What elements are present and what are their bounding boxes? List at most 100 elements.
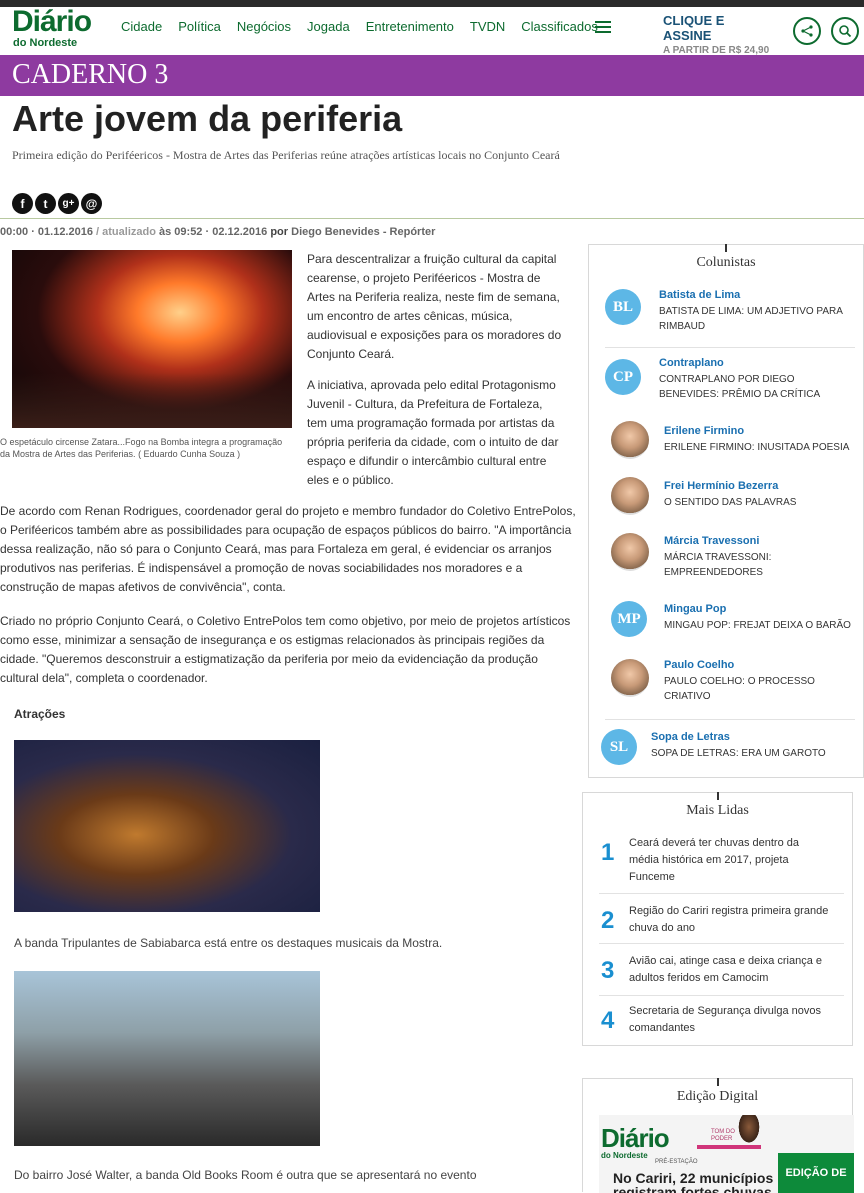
share-bar: f t g+ @ xyxy=(12,193,102,214)
site-logo[interactable]: Diário do Nordeste xyxy=(12,5,108,49)
nav-item-cidade[interactable]: Cidade xyxy=(121,19,162,34)
edition-logo: Diário xyxy=(601,1123,670,1153)
subscribe-title: CLIQUE E ASSINE xyxy=(663,13,725,43)
photo-caption: A banda Tripulantes de Sabiabarca está e… xyxy=(14,936,443,950)
nav-item-jogada[interactable]: Jogada xyxy=(307,19,350,34)
divider xyxy=(0,218,864,219)
columnist-name[interactable]: Frei Hermínio Bezerra xyxy=(664,480,778,492)
updated-date: às 09:52 · 02.12.2016 xyxy=(159,226,268,238)
avatar xyxy=(611,659,649,697)
edition-pre-label: PRÉ-ESTAÇÃO xyxy=(655,1159,698,1165)
digital-edition-banner[interactable]: Diário do Nordeste TOM DO PODER PRÉ-ESTA… xyxy=(599,1115,854,1193)
most-read-box: Mais Lidas 1 Ceará deverá ter chuvas den… xyxy=(582,792,853,1046)
digital-edition-box: Edição Digital Diário do Nordeste TOM DO… xyxy=(582,1078,854,1193)
columnist-name[interactable]: Sopa de Letras xyxy=(651,731,730,743)
box-tick xyxy=(725,244,727,252)
separator xyxy=(599,893,844,894)
columnist-item[interactable]: CP Contraplano CONTRAPLANO POR DIEGO BEN… xyxy=(589,353,863,413)
edition-photo xyxy=(737,1115,761,1145)
hamburger-icon[interactable] xyxy=(595,21,611,35)
edition-headline: No Cariri, 22 municípios registram forte… xyxy=(613,1171,773,1193)
columnist-item[interactable]: Paulo Coelho PAULO COELHO: O PROCESSO CR… xyxy=(589,651,863,720)
updated-label: atualizado xyxy=(102,226,156,238)
edition-logo-sub: do Nordeste xyxy=(601,1151,648,1160)
author-name[interactable]: Diego Benevides - Repórter xyxy=(291,226,435,238)
columnist-item[interactable]: MP Mingau Pop MINGAU POP: FREJAT DEIXA O… xyxy=(589,595,863,651)
main-nav: Cidade Política Negócios Jogada Entreten… xyxy=(121,19,614,34)
nav-item-entretenimento[interactable]: Entretenimento xyxy=(366,19,454,34)
meta-separator: / xyxy=(92,226,103,238)
columnist-name[interactable]: Mingau Pop xyxy=(664,603,726,615)
most-read-link[interactable]: Secretaria de Segurança divulga novos co… xyxy=(629,1003,829,1037)
email-icon[interactable]: @ xyxy=(81,193,102,214)
columnist-desc: ERILENE FIRMINO: INUSITADA POESIA xyxy=(664,442,850,453)
box-tick xyxy=(716,1078,719,1086)
facebook-icon[interactable]: f xyxy=(12,193,33,214)
edition-button[interactable]: EDIÇÃO DE xyxy=(778,1153,854,1193)
most-read-title: Mais Lidas xyxy=(686,803,749,818)
most-read-item[interactable]: 2 Região do Cariri registra primeira gra… xyxy=(583,903,852,949)
rank-number: 1 xyxy=(601,839,615,866)
columnist-name[interactable]: Márcia Travessoni xyxy=(664,535,759,547)
columnist-desc: O SENTIDO DAS PALAVRAS xyxy=(664,497,797,508)
avatar: CP xyxy=(605,359,641,395)
separator xyxy=(599,995,844,996)
subscribe-link[interactable]: CLIQUE E ASSINE A PARTIR DE R$ 24,90 xyxy=(663,13,773,56)
columnist-name[interactable]: Erilene Firmino xyxy=(664,425,744,437)
nav-item-tvdn[interactable]: TVDN xyxy=(470,19,505,34)
rank-number: 4 xyxy=(601,1007,615,1034)
columnist-item[interactable]: Frei Hermínio Bezerra O SENTIDO DAS PALA… xyxy=(589,467,863,523)
columnist-item[interactable]: BL Batista de Lima BATISTA DE LIMA: UM A… xyxy=(589,283,863,348)
search-icon[interactable] xyxy=(831,17,859,45)
columnist-desc: CONTRAPLANO POR DIEGO BENEVIDES: PRÊMIO … xyxy=(659,374,821,400)
avatar: MP xyxy=(611,601,647,637)
published-date: 00:00 · 01.12.2016 xyxy=(0,226,93,238)
site-header: Diário do Nordeste Cidade Política Negóc… xyxy=(0,5,864,56)
columnist-item[interactable]: SL Sopa de Letras SOPA DE LETRAS: ERA UM… xyxy=(589,723,863,779)
photo-caption: O espetáculo circense Zatara...Fogo na B… xyxy=(0,437,283,459)
article-paragraph: De acordo com Renan Rodrigues, coordenad… xyxy=(0,504,576,594)
most-read-link[interactable]: Avião cai, atinge casa e deixa criança e… xyxy=(629,953,829,987)
columnist-desc: MINGAU POP: FREJAT DEIXA O BARÃO xyxy=(664,620,851,631)
nav-item-classificados[interactable]: Classificados xyxy=(521,19,598,34)
section-banner: CADERNO 3 xyxy=(0,55,864,96)
separator xyxy=(599,943,844,944)
edition-headline-line1: No Cariri, 22 municípios xyxy=(613,1170,774,1186)
separator xyxy=(605,719,855,720)
rank-number: 3 xyxy=(601,957,615,984)
article-meta: 00:00 · 01.12.2016 / atualizado às 09:52… xyxy=(0,226,435,238)
edition-accent-bar xyxy=(697,1145,761,1149)
twitter-icon[interactable]: t xyxy=(35,193,56,214)
columnist-name[interactable]: Batista de Lima xyxy=(659,289,740,301)
most-read-link[interactable]: Região do Cariri registra primeira grand… xyxy=(629,903,829,937)
columnist-name[interactable]: Contraplano xyxy=(659,357,724,369)
rank-number: 2 xyxy=(601,907,615,934)
by-label: por xyxy=(270,226,289,238)
most-read-item[interactable]: 3 Avião cai, atinge casa e deixa criança… xyxy=(583,953,852,999)
avatar: BL xyxy=(605,289,641,325)
avatar xyxy=(611,421,649,459)
top-dark-strip xyxy=(0,0,864,7)
logo-main: Diário xyxy=(12,5,92,38)
digital-edition-title: Edição Digital xyxy=(676,1089,759,1104)
columnist-item[interactable]: Márcia Travessoni MÁRCIA TRAVESSONI: EMP… xyxy=(589,523,863,583)
nav-item-negocios[interactable]: Negócios xyxy=(237,19,291,34)
nav-item-politica[interactable]: Política xyxy=(178,19,221,34)
edition-top-label: TOM DO PODER xyxy=(711,1129,735,1142)
most-read-item[interactable]: 4 Secretaria de Segurança divulga novos … xyxy=(583,1003,852,1043)
article-photo-circus[interactable] xyxy=(12,250,292,428)
article-paragraph: Criado no próprio Conjunto Ceará, o Cole… xyxy=(0,614,571,685)
most-read-link[interactable]: Ceará deverá ter chuvas dentro da média … xyxy=(629,835,829,886)
separator xyxy=(605,347,855,348)
columnist-desc: SOPA DE LETRAS: ERA UM GAROTO xyxy=(651,748,826,759)
article-photo-band1[interactable] xyxy=(14,740,320,912)
columnist-item[interactable]: Erilene Firmino ERILENE FIRMINO: INUSITA… xyxy=(589,411,863,467)
attractions-heading: Atrações xyxy=(14,707,66,721)
columnists-title: Colunistas xyxy=(696,255,756,270)
most-read-item[interactable]: 1 Ceará deverá ter chuvas dentro da médi… xyxy=(583,835,852,894)
googleplus-icon[interactable]: g+ xyxy=(58,193,79,214)
article-photo-band2[interactable] xyxy=(14,971,320,1146)
box-tick xyxy=(716,792,719,800)
columnist-name[interactable]: Paulo Coelho xyxy=(664,659,734,671)
share-icon[interactable] xyxy=(793,17,821,45)
